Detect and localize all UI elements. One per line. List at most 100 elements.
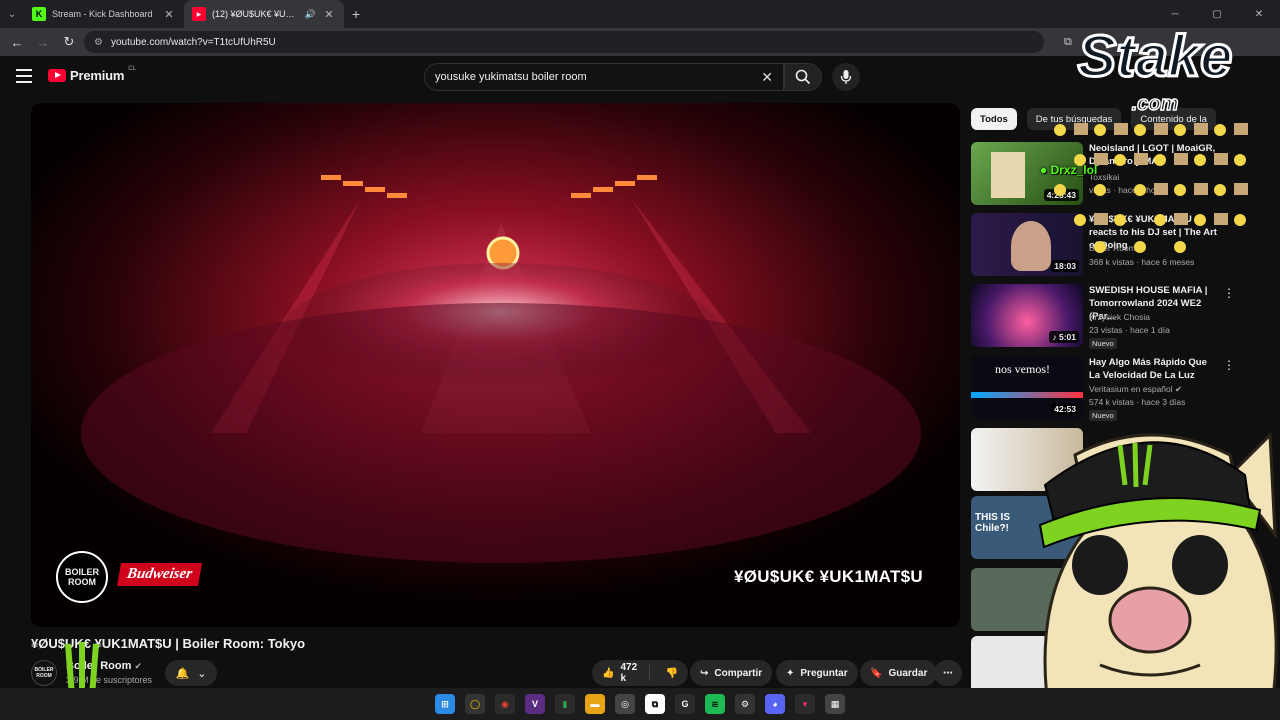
notepad-icon[interactable]: ▮ [555,694,575,714]
bell-icon: 🔔 [175,667,190,680]
tab-youtube[interactable]: ▶ (12) ¥ØU$UK€ ¥UK1MAT$U 🔊 ✕ [184,0,344,28]
app-icon[interactable]: ◯ [465,694,485,714]
more-actions-button[interactable]: ⋯ [934,660,962,686]
app-icon[interactable]: ▾ [795,694,815,714]
video-player[interactable]: BOILER ROOM Budweiser ¥ØU$UK€ ¥UK1MAT$U [31,103,960,627]
tab-search-button[interactable]: ⌄ [0,0,24,28]
share-icon: ↪ [700,667,709,679]
more-options-icon[interactable]: ⋮ [1223,286,1235,300]
close-tab-icon[interactable]: ✕ [162,8,176,21]
recommended-video[interactable]: ♪ 5:01 SWEDISH HOUSE MAFIA | Tomorrowlan… [971,284,1241,349]
tab-title: (12) ¥ØU$UK€ ¥UK1MAT$U [212,9,299,19]
search-button[interactable] [784,63,822,91]
voice-search-button[interactable] [832,63,860,91]
video-thumbnail[interactable]: ♪ 5:01 [971,284,1083,347]
video-overlay-artist: ¥ØU$UK€ ¥UK1MAT$U [734,567,923,586]
youtube-icon: ▶ [192,7,206,21]
new-badge: Nuevo [1089,338,1117,349]
youtube-logo[interactable]: Premium CL [48,65,136,83]
reload-button[interactable]: ↻ [58,31,80,53]
address-bar[interactable]: ⚙ youtube.com/watch?v=T1tcUfUhR5U [84,31,1044,53]
chrome-icon[interactable]: ◉ [495,694,515,714]
channel-avatar[interactable]: BOILER ROOM [31,660,57,686]
video-thumbnail[interactable]: nos vemos! 42:53 [971,356,1083,419]
kick-icon: K [32,7,46,21]
youtube-play-icon [48,69,66,82]
video-frame [31,103,960,627]
discord-icon[interactable]: ◕ [765,694,785,714]
more-icon: ⋯ [943,667,953,679]
verified-icon: ✔ [1175,384,1183,394]
sponsor-logo: Budweiser [116,563,203,586]
windows-taskbar: ⊞ ◯ ◉ V ▮ ▬ ◎ ⧉ G ≋ ⚙ ◕ ▾ ▦ [0,688,1280,720]
app-icon[interactable]: ▦ [825,694,845,714]
back-button[interactable]: ← [6,31,28,53]
thumbs-down-icon: 👎 [665,667,678,679]
share-label: Compartir [714,667,763,679]
forward-button[interactable]: → [32,31,54,53]
country-code: CL [128,65,136,72]
video-channel: Veritasium en español ✔ [1089,384,1182,395]
video-meta: 574 k vistas · hace 3 días [1089,397,1186,407]
spotify-icon[interactable]: ≋ [705,694,725,714]
like-dislike-group: 👍 472 k 👎 [592,660,688,686]
logo-line-2: ROOM [68,577,96,587]
logo-line-1: BOILER [64,567,99,577]
capcut-icon[interactable]: ⧉ [645,694,665,714]
video-channel: Krzysiek Chosia [1089,312,1150,322]
ask-button[interactable]: ✦ Preguntar [776,660,858,686]
channel-text: Veritasium en español [1089,384,1173,394]
minecraft-character [991,152,1025,198]
sparkle-icon: ✦ [786,667,795,679]
duration-text: 5:01 [1058,332,1076,342]
video-duration: 18:03 [1051,260,1079,272]
emote-wall-overlay [1054,123,1248,253]
emote-pattern [1054,123,1248,253]
chat-username-text: Drxz_lol [1050,163,1098,177]
tab-kick-dashboard[interactable]: K Stream - Kick Dashboard ✕ [24,0,184,28]
chip-todos[interactable]: Todos [971,108,1017,130]
obs-icon[interactable]: ◎ [615,694,635,714]
ghub-icon[interactable]: G [675,694,695,714]
like-button[interactable]: 👍 472 k [592,662,650,684]
thumbnail-text: nos vemos! [995,362,1050,376]
save-button[interactable]: 🔖 Guardar [860,660,938,686]
start-windows-icon[interactable]: ⊞ [435,694,455,714]
video-meta: 23 vistas · hace 1 día [1089,325,1170,335]
cat-avatar-overlay [1038,431,1278,720]
folder-icon[interactable]: ▬ [585,694,605,714]
notification-bell-button[interactable]: 🔔 ⌄ [165,660,217,686]
more-options-icon[interactable]: ⋮ [1223,358,1235,372]
chat-username: ● Drxz_lol [1040,163,1098,177]
speaker-icon[interactable]: 🔊 [305,9,316,20]
url-text: youtube.com/watch?v=T1tcUfUhR5U [110,36,276,48]
video-duration: ♪ 5:01 [1049,331,1079,343]
stake-logo-overlay: Stake .com [1076,23,1234,116]
stake-sub-text: .com [1132,93,1179,115]
like-count: 472 k [620,662,638,684]
clear-search-icon[interactable]: ✕ [761,69,773,86]
video-duration: 42:53 [1051,403,1079,415]
thumbs-up-icon: 👍 [602,667,615,679]
dislike-button[interactable]: 👎 [656,668,688,679]
chevron-down-icon: ⌄ [197,667,207,680]
tab-title: Stream - Kick Dashboard [52,9,153,19]
video-title: Hay Algo Más Rápido Que La Velocidad De … [1089,357,1207,381]
recommended-video[interactable]: nos vemos! 42:53 Hay Algo Más Rápido Que… [971,356,1241,421]
steam-icon[interactable]: ⚙ [735,694,755,714]
close-tab-icon[interactable]: ✕ [322,8,336,21]
search-input[interactable]: yousuke yukimatsu boiler room ✕ [424,63,784,91]
bookmark-icon: 🔖 [870,667,883,679]
save-label: Guardar [888,667,928,679]
stake-text: Stake [1078,24,1233,89]
new-tab-button[interactable]: + [344,6,368,22]
thumbnail-text: THIS IS Chile?! [975,512,1011,534]
search-icon [795,69,811,85]
visual-studio-icon[interactable]: V [525,694,545,714]
share-button[interactable]: ↪ Compartir [690,660,773,686]
site-info-icon[interactable]: ⚙ [94,37,103,48]
menu-icon[interactable] [16,69,32,83]
logo-word: Premium [70,68,125,83]
search-value: yousuke yukimatsu boiler room [435,71,587,83]
light-streak [971,392,1083,398]
